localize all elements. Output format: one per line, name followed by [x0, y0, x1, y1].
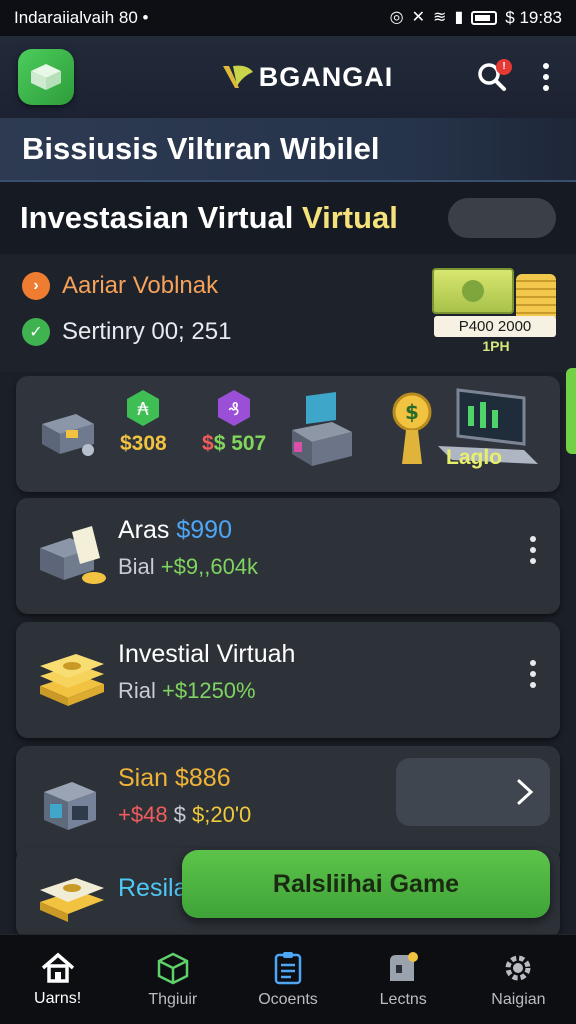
investment-card[interactable]: Sian $886 +$48 $ $;20'0 — [16, 746, 560, 862]
wifi-icon: ≋ — [433, 9, 447, 26]
info-line-warning: › Aariar Voblnak — [22, 272, 218, 300]
brand-name: BGANGAI — [258, 61, 394, 92]
overflow-menu-button[interactable] — [534, 55, 558, 99]
coin-stack-icon — [516, 274, 556, 322]
status-bar: Indaraiialvaih 80 • ◎ ✕ ≋ ▮ $ 19:83 — [0, 0, 576, 36]
investment-card[interactable]: Investial Virtuah Rial +$1250% — [16, 622, 560, 738]
cash-stack-icon — [40, 654, 104, 706]
nav-item-badges[interactable]: Lectns — [346, 935, 461, 1024]
cash-register-icon — [40, 526, 106, 584]
card-subtitle: Rial +$1250% — [118, 678, 256, 703]
nav-item-home[interactable]: Uarns! — [0, 935, 115, 1024]
card-title: Investial Virtuah — [118, 640, 296, 668]
page-title: Bissiusis Viltıran Wibilel — [22, 131, 380, 166]
brand-logo: BGANGAI — [144, 62, 470, 93]
cash-stack-icon — [40, 878, 104, 922]
nav-label: Uarns! — [34, 989, 82, 1007]
nav-label: Lectns — [379, 990, 427, 1008]
bottom-navigation: Uarns! Thgiuir Ocoents Lectns Naigian — [0, 934, 576, 1024]
cash-reward[interactable]: P400 2000 1PH — [432, 268, 560, 356]
vibrate-icon: ✕ — [411, 9, 426, 26]
asset-purple-value: $$ 507 — [202, 432, 267, 455]
nav-item-documents[interactable]: Ocoents — [230, 935, 345, 1024]
battery-icon — [471, 11, 498, 25]
card-title: Resila — [118, 874, 188, 902]
card-open-button[interactable] — [396, 758, 550, 826]
terminal-icon — [292, 392, 352, 466]
subtitle-row: Investasian Virtual Virtual — [0, 182, 576, 254]
cube-icon — [157, 952, 189, 984]
info-line-success: ✓ Sertinry 00; 251 — [22, 318, 231, 346]
side-drawer-handle[interactable] — [566, 368, 576, 454]
nav-label: Thgiuir — [148, 990, 198, 1008]
notification-badge: ! — [496, 59, 512, 75]
investment-card[interactable]: Aras $990 Bial +$9,,604k — [16, 498, 560, 614]
asset-purple[interactable]: ₰ $$ 507 — [202, 388, 266, 456]
asset-machine[interactable] — [36, 402, 100, 460]
alarm-icon: ◎ — [389, 9, 404, 26]
card-menu-button[interactable] — [530, 536, 536, 564]
cash-amount: P400 2000 — [434, 316, 556, 337]
status-time: $ 19:83 — [505, 8, 562, 27]
nav-item-settings[interactable]: Naigian — [461, 935, 576, 1024]
svg-text:$: $ — [405, 400, 419, 424]
search-button[interactable]: ! — [470, 55, 514, 99]
gear-icon — [505, 955, 531, 980]
machine-icon — [42, 414, 94, 456]
badge-icon — [390, 951, 419, 981]
nav-label: Naigian — [491, 990, 546, 1008]
section-heading: Investasian Virtual Virtual — [20, 200, 398, 235]
svg-text:₰: ₰ — [228, 399, 239, 420]
app-bar: BGANGAI ! — [0, 36, 576, 118]
leaf-logo-icon — [222, 65, 253, 88]
signal-icon: ▮ — [454, 9, 464, 26]
safe-box-icon — [44, 782, 96, 830]
banknote-icon — [432, 268, 514, 314]
card-subtitle: Bial +$9,,604k — [118, 554, 259, 579]
card-title: Sian $886 — [118, 764, 231, 792]
info-panel: › Aariar Voblnak ✓ Sertinry 00; 251 P400… — [0, 254, 576, 372]
asset-terminal[interactable] — [288, 390, 360, 472]
purple-gem-icon: ₰ — [218, 390, 251, 426]
svg-text:₳: ₳ — [138, 399, 150, 420]
cash-currency: 1PH — [482, 338, 510, 354]
home-icon — [41, 952, 74, 983]
asset-laptop-label: Laglo — [446, 446, 502, 469]
app-logo-icon[interactable] — [18, 49, 74, 105]
chevron-right-icon — [517, 779, 534, 805]
green-gem-icon: ₳ — [127, 390, 160, 426]
page-title-band: Bissiusis Viltıran Wibilel — [0, 118, 576, 182]
document-icon — [274, 951, 302, 984]
card-title: Aras $990 — [118, 516, 232, 544]
card-menu-button[interactable] — [530, 660, 536, 688]
toggle-pill[interactable] — [448, 198, 556, 238]
status-bar-left-text: Indaraiialvaih 80 • — [14, 8, 149, 27]
start-game-button[interactable]: Ralsliihai Game — [182, 850, 550, 918]
nav-label: Ocoents — [258, 990, 318, 1008]
nav-item-cube[interactable]: Thgiuir — [115, 935, 230, 1024]
check-icon: ✓ — [22, 318, 50, 346]
asset-green[interactable]: ₳ $308 — [120, 388, 167, 456]
chevron-right-icon: › — [22, 272, 50, 300]
asset-green-value: $308 — [120, 432, 167, 455]
card-subtitle: +$48 $ $;20'0 — [118, 802, 252, 827]
asset-laptop[interactable]: $ Laglo — [388, 388, 548, 474]
asset-icon-row: ₳ $308 ₰ $$ 507 $ Laglo — [16, 376, 560, 492]
